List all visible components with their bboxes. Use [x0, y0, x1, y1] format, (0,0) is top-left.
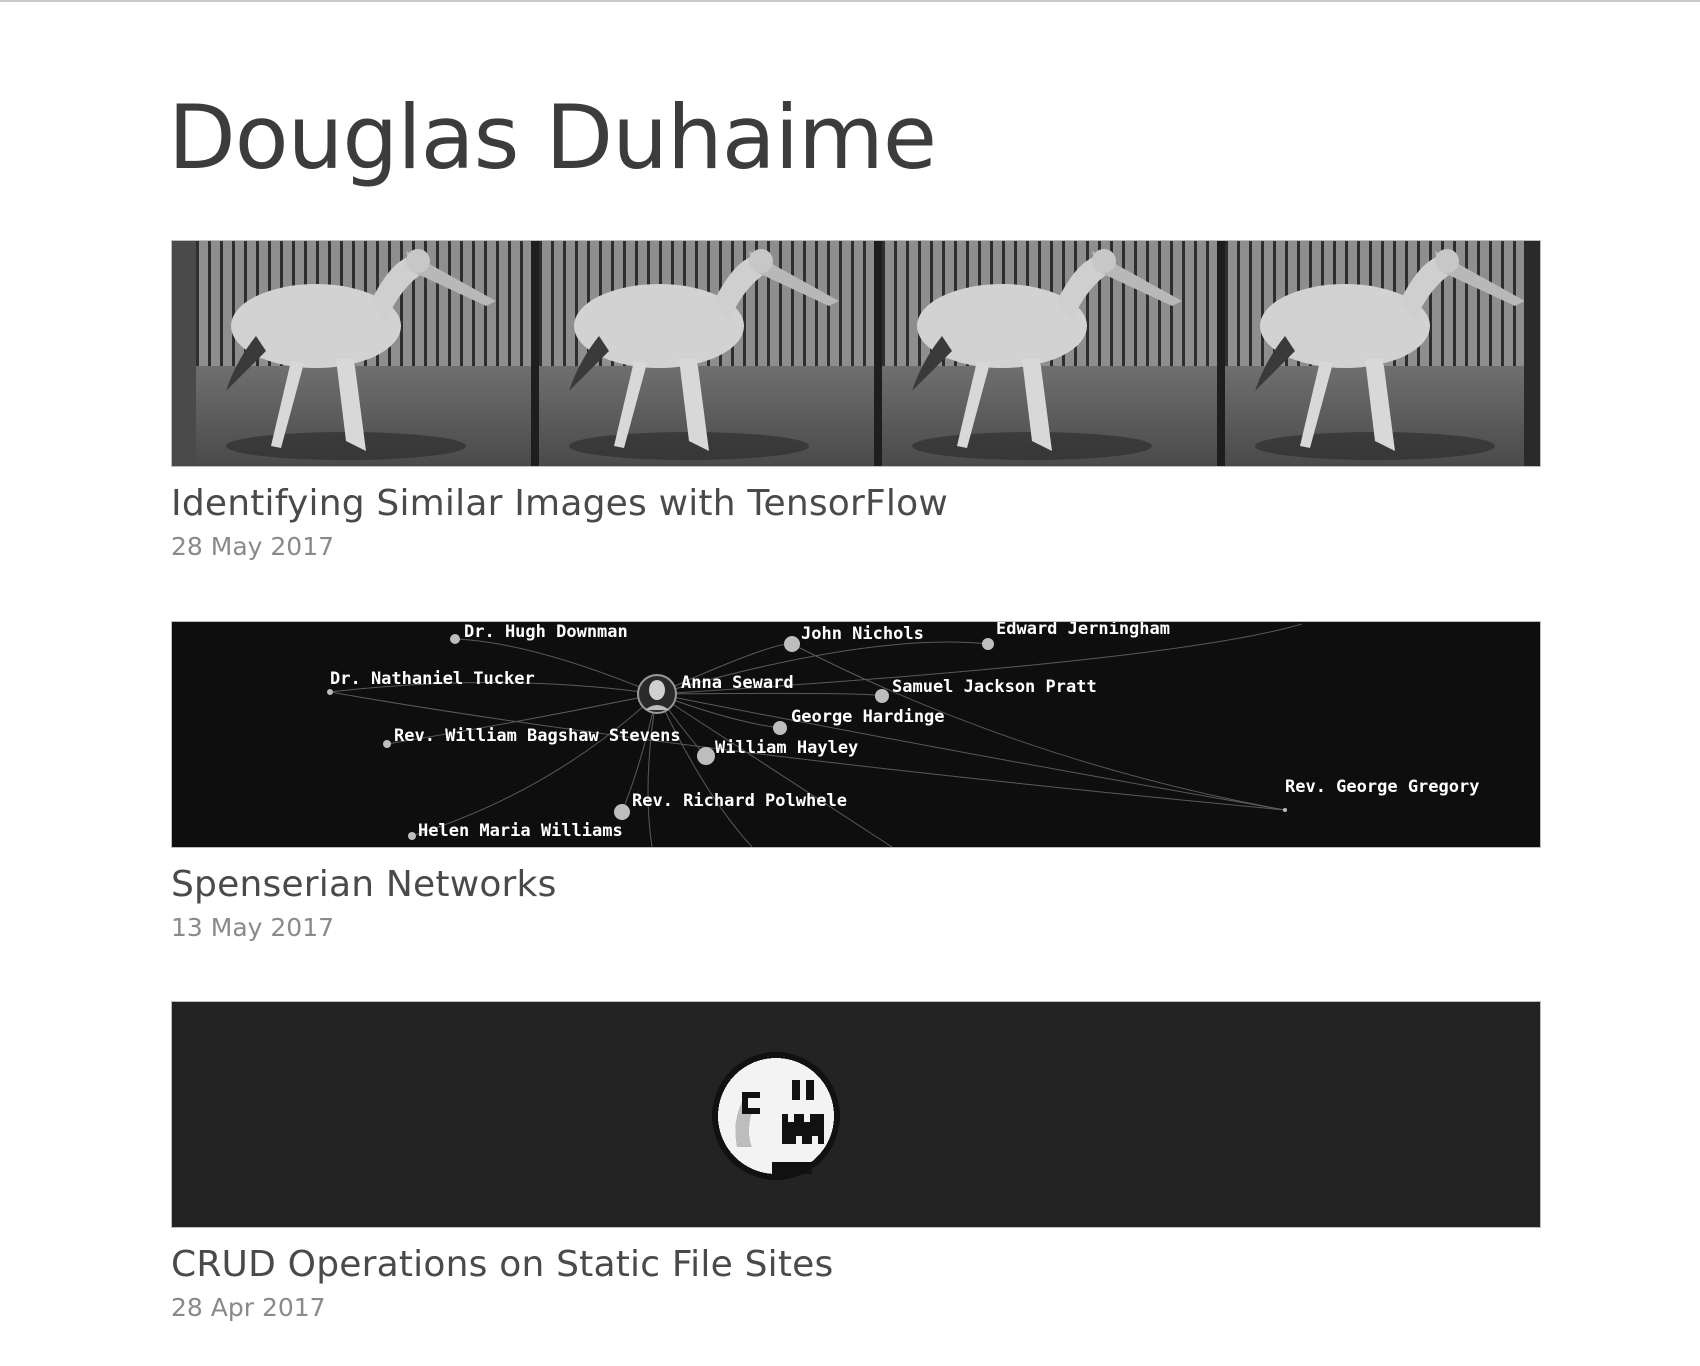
post-image-network[interactable]: Dr. Hugh Downman John Nichols Edward Jer… [171, 621, 1541, 848]
post-date: 13 May 2017 [171, 913, 335, 942]
post-date: 28 Apr 2017 [171, 1293, 326, 1322]
post-title[interactable]: Identifying Similar Images with TensorFl… [171, 483, 1541, 524]
pixel-ghost-icon [172, 1002, 1540, 1227]
post-card: Dr. Hugh Downman John Nichols Edward Jer… [171, 621, 1541, 942]
network-label: Edward Jerningham [996, 622, 1170, 639]
network-label: Dr. Nathaniel Tucker [330, 669, 535, 689]
stork-photo-strip-icon [172, 241, 1540, 466]
network-label: Rev. William Bagshaw Stevens [394, 726, 681, 746]
network-label: George Hardinge [791, 707, 945, 727]
network-label: Rev. Richard Polwhele [632, 791, 847, 811]
network-label: Rev. George Gregory [1285, 777, 1479, 797]
network-label: Dr. Hugh Downman [464, 622, 628, 642]
post-date: 28 May 2017 [171, 532, 335, 561]
post-title[interactable]: CRUD Operations on Static File Sites [171, 1244, 1541, 1285]
top-border [0, 0, 1700, 2]
post-image-ghost[interactable] [171, 1001, 1541, 1228]
network-graph-icon: Dr. Hugh Downman John Nichols Edward Jer… [172, 622, 1540, 847]
anna-seward-portrait-icon [637, 674, 677, 714]
post-card: CRUD Operations on Static File Sites 28 … [171, 1001, 1541, 1322]
post-title[interactable]: Spenserian Networks [171, 864, 1541, 905]
network-label: Helen Maria Williams [418, 821, 623, 841]
network-label: Samuel Jackson Pratt [892, 677, 1097, 697]
post-image-stork[interactable] [171, 240, 1541, 467]
network-label: William Hayley [715, 738, 858, 758]
network-label: Anna Seward [681, 673, 794, 693]
network-label: John Nichols [801, 624, 924, 644]
post-card: Identifying Similar Images with TensorFl… [171, 240, 1541, 561]
site-title[interactable]: Douglas Duhaime [168, 86, 937, 189]
